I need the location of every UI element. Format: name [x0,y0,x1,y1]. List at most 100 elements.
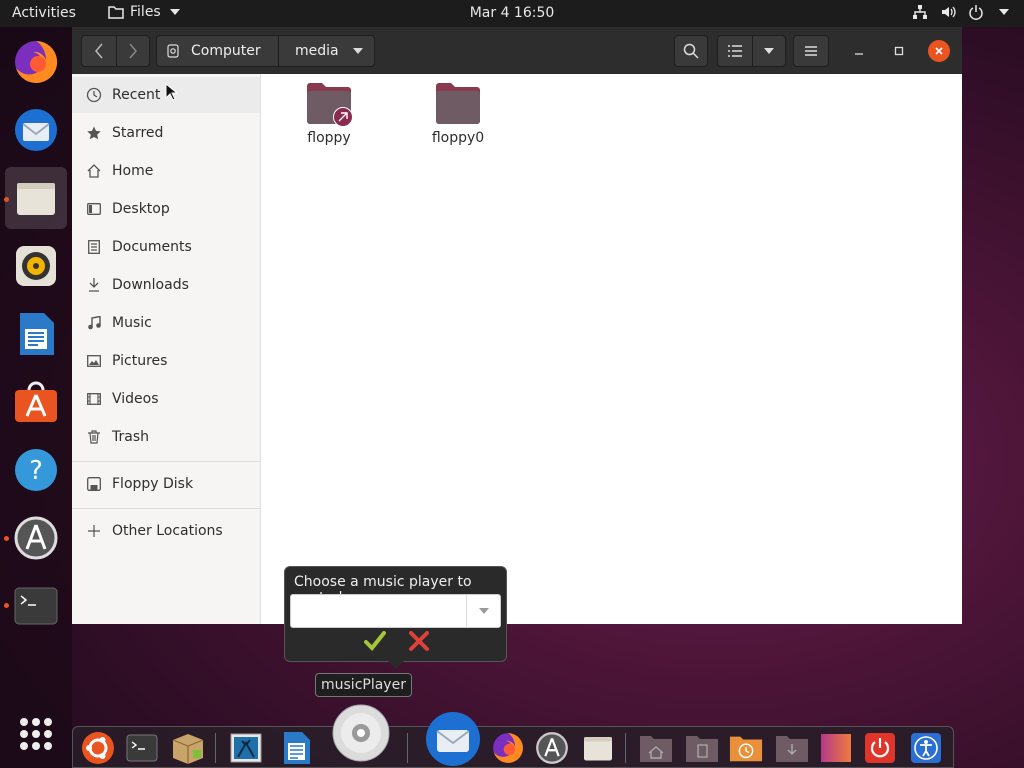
close-icon [408,631,429,651]
updater-launcher[interactable] [11,513,61,563]
writer-launcher[interactable] [279,731,313,765]
player-select[interactable] [290,594,501,628]
disc-icon [332,704,390,762]
downloads-folder-icon [776,736,808,762]
volume-icon[interactable] [940,4,956,20]
files-window: Computer media Recent Starred Home Deskt… [72,27,962,624]
plus-icon [86,523,102,539]
sidebar: Recent Starred Home Desktop Documents Do… [72,74,261,624]
image-icon [230,733,262,763]
back-button[interactable] [81,35,117,67]
chevron-left-icon [95,43,103,59]
svg-text:?: ? [29,456,43,486]
search-button[interactable] [674,35,708,67]
sidebar-item-floppy-disk[interactable]: Floppy Disk [72,466,260,502]
caret-down-icon [352,48,363,54]
color-launcher[interactable] [819,731,853,765]
sidebar-item-downloads[interactable]: Downloads [72,267,260,303]
sidebar-item-videos[interactable]: Videos [72,381,260,417]
folder-icon [306,82,353,127]
sidebar-item-documents[interactable]: Documents [72,229,260,265]
recent-folder-launcher[interactable] [729,731,763,765]
sidebar-divider [72,461,260,462]
menu-button[interactable] [793,35,829,67]
terminal-launcher[interactable] [125,731,159,765]
picture-icon [86,353,102,369]
close-button[interactable] [928,40,950,62]
sidebar-item-label: Recent [112,87,161,103]
floppy-icon [86,476,102,492]
downloads-folder-launcher[interactable] [775,731,809,765]
image-viewer-launcher[interactable] [229,731,263,765]
clock[interactable]: Mar 4 16:50 [470,5,555,21]
cancel-button[interactable] [408,631,430,655]
show-applications-button[interactable] [18,716,54,752]
confirm-button[interactable] [363,631,386,655]
folder-item[interactable]: floppy0 [418,82,498,146]
terminal-launcher[interactable] [11,581,61,631]
sidebar-item-other-locations[interactable]: Other Locations [72,513,260,549]
files-icon [584,736,612,761]
breadcrumb-label: media [295,43,339,59]
accessibility-icon [911,733,941,763]
close-icon [935,47,943,55]
sidebar-item-home[interactable]: Home [72,153,260,189]
sidebar-item-trash[interactable]: Trash [72,419,260,455]
updater-launcher[interactable] [535,731,569,765]
firefox-icon [15,40,58,83]
sidebar-item-music[interactable]: Music [72,305,260,341]
forward-button[interactable] [116,35,150,67]
download-icon [86,277,102,293]
view-options-button[interactable] [752,35,786,67]
folder-label: floppy0 [431,130,485,146]
system-tray[interactable] [912,4,1012,20]
player-select-arrow[interactable] [466,595,500,627]
home-folder-launcher[interactable] [639,731,673,765]
thunderbird-launcher[interactable] [11,105,61,155]
disc-launcher[interactable] [331,703,391,763]
documents-folder-launcher[interactable] [685,731,719,765]
power-launcher[interactable] [863,731,897,765]
thunderbird-launcher[interactable] [423,709,483,768]
ubuntu-menu-button[interactable] [81,731,115,765]
breadcrumb-media[interactable]: media [278,35,375,67]
mouse-cursor-icon [165,83,177,101]
sidebar-item-starred[interactable]: Starred [72,115,260,151]
firefox-launcher[interactable] [491,731,525,765]
rhythmbox-launcher[interactable] [11,241,61,291]
files-launcher[interactable] [581,731,615,765]
power-icon[interactable] [968,4,984,20]
speaker-icon [16,246,56,286]
sidebar-item-label: Trash [112,429,149,445]
maximize-icon [894,46,904,56]
sidebar-item-pictures[interactable]: Pictures [72,343,260,379]
breadcrumb-computer[interactable]: Computer [156,35,279,67]
help-launcher[interactable]: ? [11,445,61,495]
files-icon [17,183,55,215]
sidebar-item-desktop[interactable]: Desktop [72,191,260,227]
gradient-icon [821,734,851,762]
minimize-button[interactable] [848,40,870,62]
accessibility-launcher[interactable] [909,731,943,765]
sidebar-item-label: Other Locations [112,523,223,539]
tooltip: musicPlayer [315,673,412,697]
archive-launcher[interactable] [171,731,205,765]
files-launcher[interactable] [5,167,67,229]
network-icon[interactable] [912,4,928,20]
player-select-input[interactable] [291,595,466,627]
firefox-launcher[interactable] [11,37,61,87]
activities-button[interactable]: Activities [12,5,76,21]
sidebar-item-label: Desktop [112,201,170,217]
document-icon [86,239,102,255]
caret-down-icon[interactable] [996,4,1012,20]
app-menu[interactable]: Files [108,4,183,20]
folder-item[interactable]: floppy [289,82,369,146]
software-launcher[interactable] [11,377,61,427]
terminal-icon [14,587,58,625]
view-list-button[interactable] [717,35,753,67]
folder-icon [108,4,124,20]
breadcrumb-label: Computer [191,43,261,59]
writer-launcher[interactable] [11,309,61,359]
top-bar: Activities Files Mar 4 16:50 [0,0,1024,27]
maximize-button[interactable] [888,40,910,62]
